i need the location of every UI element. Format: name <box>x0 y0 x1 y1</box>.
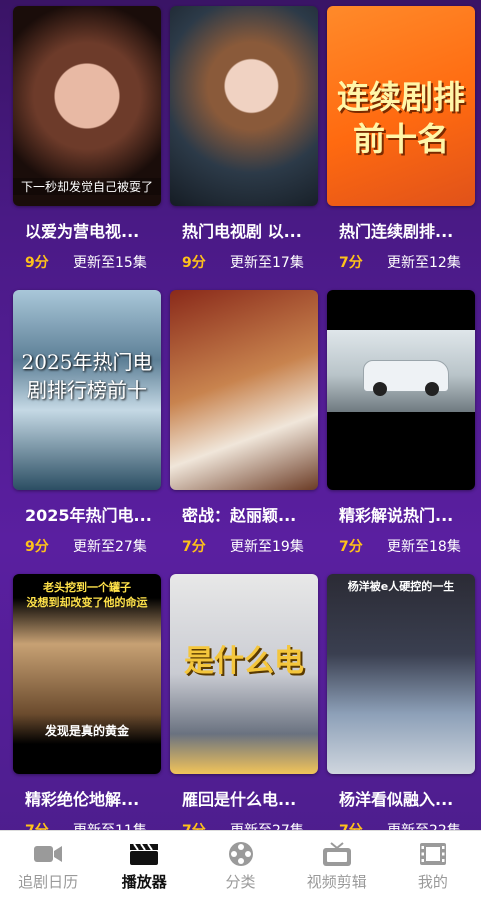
thumbnail-overlay-text: 是什么电 <box>184 644 304 679</box>
nav-label: 追剧日历 <box>18 873 79 891</box>
video-card[interactable]: 下一秒却发觉自己被耍了 以爱为营电视... 9分 更新至15集 <box>13 6 161 272</box>
nav-label: 我的 <box>417 873 448 891</box>
video-title: 精彩绝伦地解... <box>25 790 140 809</box>
video-camera-icon <box>33 841 63 867</box>
thumbnail-overlay-text: 连续剧排 前十名 <box>336 78 465 158</box>
nav-item-player[interactable]: 播放器 <box>96 831 192 902</box>
video-thumbnail[interactable]: 下一秒却发觉自己被耍了 <box>13 6 161 206</box>
video-card[interactable]: 2025年热门电 剧排行榜前十 2025年热门电... 9分 更新至27集 <box>13 290 161 556</box>
rating-score: 7分 <box>339 539 363 555</box>
video-card[interactable]: 杨洋被e人硬控的一生 杨洋看似融入... 7分更新至22集 <box>327 574 475 830</box>
video-thumbnail[interactable]: 连续剧排 前十名 <box>327 6 475 206</box>
video-thumbnail[interactable]: 是什么电 <box>170 574 318 774</box>
film-strip-icon <box>418 841 448 867</box>
episode-status: 更新至22集 <box>387 820 461 830</box>
video-title: 精彩解说热门... <box>339 506 454 525</box>
video-title: 杨洋看似融入... <box>339 790 454 809</box>
episode-status: 更新至17集 <box>230 255 304 271</box>
video-thumbnail[interactable] <box>327 290 475 490</box>
video-title: 以爱为营电视... <box>25 222 140 241</box>
episode-status: 更新至27集 <box>73 539 147 555</box>
episode-status: 更新至19集 <box>230 539 304 555</box>
video-title: 热门电视剧 以... <box>182 222 302 241</box>
thumbnail-scene <box>327 330 475 412</box>
video-card[interactable]: 是什么电 雁回是什么电... 7分更新至27集 <box>170 574 318 830</box>
video-card[interactable]: 热门电视剧 以... 9分 更新至17集 <box>170 6 318 272</box>
video-card[interactable]: 连续剧排 前十名 热门连续剧排... 7分 更新至12集 <box>327 6 475 272</box>
video-title: 2025年热门电... <box>25 506 152 525</box>
rating-score: 9分 <box>25 255 49 271</box>
video-thumbnail[interactable]: 2025年热门电 剧排行榜前十 <box>13 290 161 490</box>
rating-score: 7分 <box>182 820 230 830</box>
episode-status: 更新至18集 <box>387 539 461 555</box>
nav-item-video-edit[interactable]: 视频剪辑 <box>289 831 385 902</box>
video-card[interactable]: 精彩解说热门... 7分 更新至18集 <box>327 290 475 556</box>
video-thumbnail[interactable] <box>170 6 318 206</box>
thumbnail-top-caption: 老头挖到一个罐子 没想到却改变了他的命运 <box>26 581 148 609</box>
rating-score: 7分 <box>182 539 206 555</box>
thumbnail-top-caption: 杨洋被e人硬控的一生 <box>347 580 455 593</box>
rating-score: 7分 <box>25 820 73 830</box>
video-title: 雁回是什么电... <box>182 790 297 809</box>
video-card[interactable]: 老头挖到一个罐子 没想到却改变了他的命运 发现是真的黄金 精彩绝伦地解... 7… <box>13 574 161 830</box>
nav-item-mine[interactable]: 我的 <box>385 831 481 902</box>
episode-status: 更新至15集 <box>73 255 147 271</box>
film-reel-icon <box>226 841 256 867</box>
rating-score: 7分 <box>339 255 363 271</box>
video-card[interactable]: 密战：赵丽颖... 7分 更新至19集 <box>170 290 318 556</box>
episode-status: 更新至27集 <box>230 820 304 830</box>
nav-item-category[interactable]: 分类 <box>192 831 288 902</box>
nav-label: 视频剪辑 <box>306 873 367 891</box>
tv-icon <box>322 841 352 867</box>
video-thumbnail[interactable] <box>170 290 318 490</box>
video-grid: 下一秒却发觉自己被耍了 以爱为营电视... 9分 更新至15集 热门电视剧 以..… <box>0 0 481 830</box>
clapperboard-icon <box>129 841 159 867</box>
rating-score: 7分 <box>339 820 387 830</box>
nav-label: 分类 <box>225 873 256 891</box>
episode-status: 更新至11集 <box>73 820 147 830</box>
episode-status: 更新至12集 <box>387 255 461 271</box>
thumbnail-overlay-text: 2025年热门电 剧排行榜前十 <box>21 350 153 402</box>
nav-label: 播放器 <box>121 873 167 891</box>
thumbnail-bottom-caption: 发现是真的黄金 <box>44 724 129 738</box>
video-thumbnail[interactable]: 老头挖到一个罐子 没想到却改变了他的命运 发现是真的黄金 <box>13 574 161 774</box>
rating-score: 9分 <box>182 255 206 271</box>
bottom-navigation: 追剧日历 播放器 分类 视频剪辑 我的 <box>0 830 481 902</box>
video-title: 热门连续剧排... <box>339 222 454 241</box>
rating-score: 9分 <box>25 539 49 555</box>
thumbnail-caption: 下一秒却发觉自己被耍了 <box>13 178 161 195</box>
video-title: 密战：赵丽颖... <box>182 506 297 525</box>
nav-item-calendar[interactable]: 追剧日历 <box>0 831 96 902</box>
video-thumbnail[interactable]: 杨洋被e人硬控的一生 <box>327 574 475 774</box>
